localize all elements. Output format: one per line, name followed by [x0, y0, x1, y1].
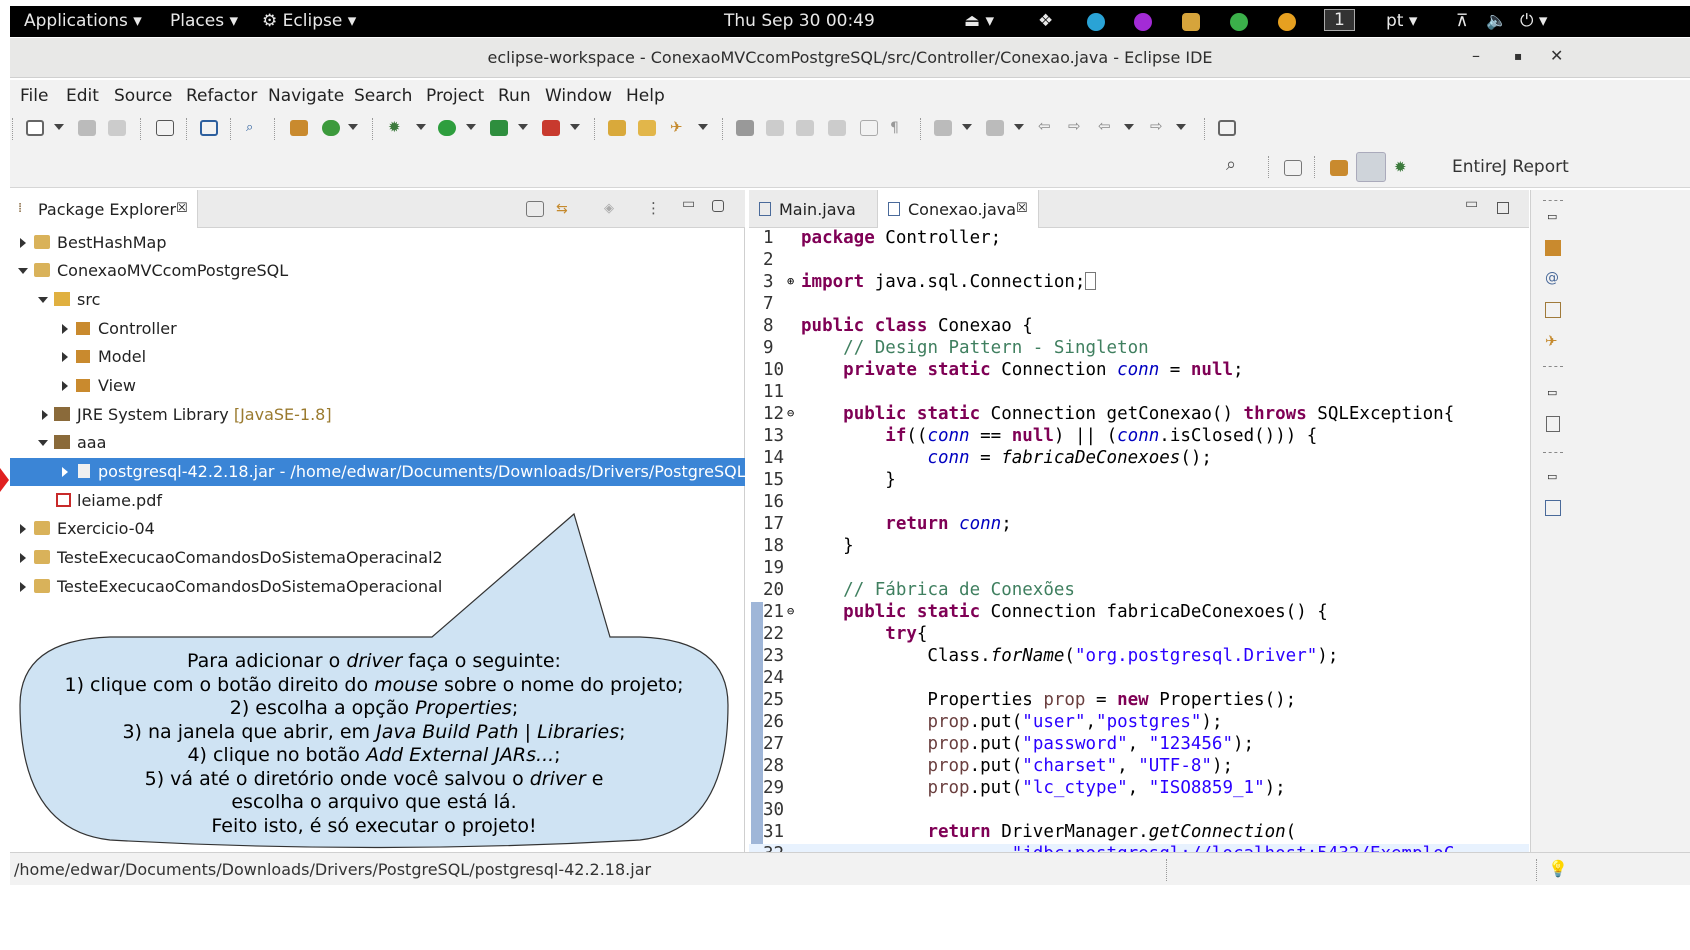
- callout-line: 2) escolha a opção Properties;: [229, 697, 519, 719]
- callout-line: Para adicionar o driver faça o seguinte:: [187, 650, 561, 672]
- callout-line: escolha o arquivo que está lá.: [231, 791, 517, 813]
- instruction-callout: Para adicionar o driver faça o seguinte:…: [40, 650, 708, 838]
- callout-line: 4) clique no botão Add External JARs...;: [187, 744, 561, 766]
- callout-line: 3) na janela que abrir, em Java Build Pa…: [122, 720, 626, 743]
- callout-line: 5) vá até o diretório onde você salvou o…: [144, 767, 604, 790]
- callout-line: Feito isto, é só executar o projeto!: [211, 814, 537, 837]
- callout-line: 1) clique com o botão direito do mouse s…: [64, 673, 684, 696]
